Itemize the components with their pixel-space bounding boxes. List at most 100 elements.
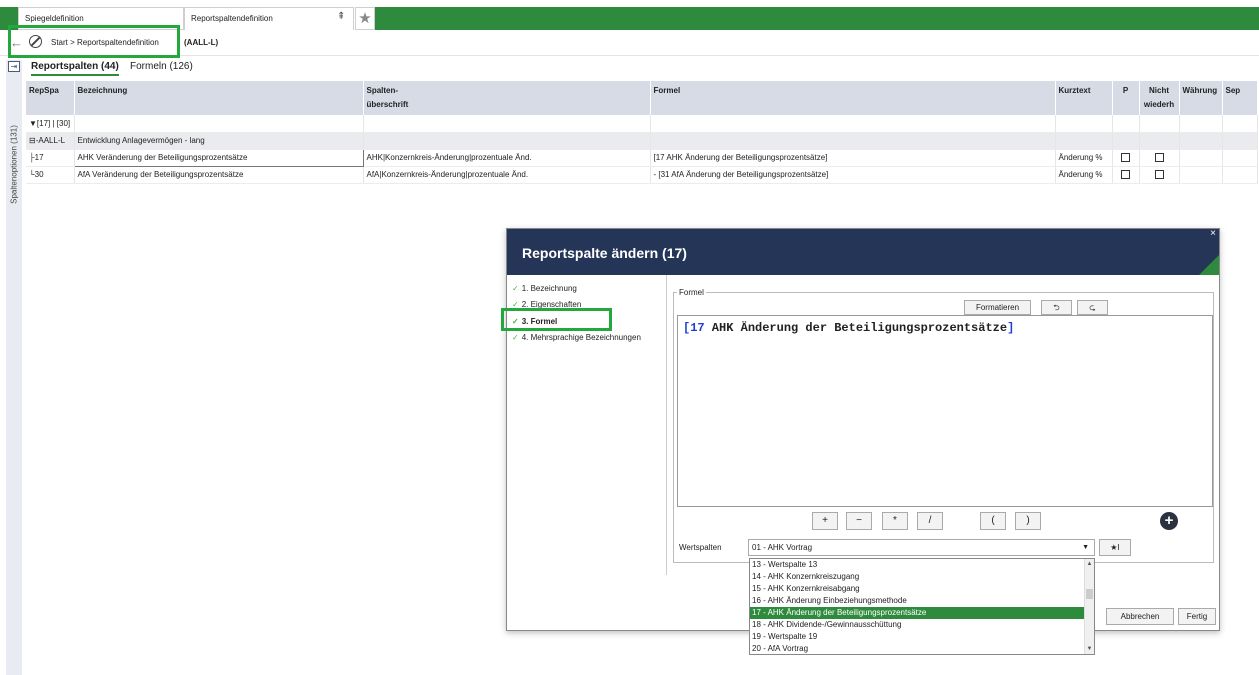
- col-bezeichnung[interactable]: Bezeichnung: [74, 81, 364, 115]
- step-label: 4. Mehrsprachige Bezeichnungen: [521, 333, 641, 342]
- dropdown-item[interactable]: 13 - Wertspalte 13: [750, 559, 1084, 571]
- cell-bezeichnung[interactable]: AfA Veränderung der Beteiligungsprozents…: [74, 166, 364, 184]
- step-label: 1. Bezeichnung: [521, 284, 577, 293]
- dropdown-item[interactable]: 15 - AHK Konzernkreisabgang: [750, 583, 1084, 595]
- dropdown-item[interactable]: 19 - Wertspalte 19: [750, 631, 1084, 643]
- filter-icon: ▼: [29, 118, 37, 128]
- cell-kurztext[interactable]: Änderung %: [1055, 166, 1113, 184]
- formula-text: AHK Änderung der Beteiligungsprozentsätz…: [704, 321, 1008, 335]
- step-mehrsprachige-bezeichnungen[interactable]: ✓ 4. Mehrsprachige Bezeichnungen: [512, 333, 641, 342]
- cell-waehrung[interactable]: [1179, 166, 1223, 184]
- p-checkbox[interactable]: [1121, 170, 1130, 180]
- p-checkbox[interactable]: [1121, 153, 1130, 163]
- dropdown-scrollbar[interactable]: ▲ ▼: [1084, 559, 1094, 654]
- scroll-thumb[interactable]: [1086, 589, 1093, 599]
- formula-editor[interactable]: [17 AHK Änderung der Beteiligungsprozent…: [677, 315, 1213, 507]
- group-id[interactable]: ⊟-AALL-L: [26, 132, 75, 150]
- redo-button[interactable]: ⮎: [1077, 300, 1108, 315]
- wertspalten-select[interactable]: 01 - AHK Vortrag ▼: [748, 539, 1095, 556]
- col-nicht-line2: wiederh: [1143, 100, 1175, 109]
- dropdown-item[interactable]: 20 - AfA Vortrag: [750, 643, 1084, 655]
- filter-row: ▼[17] | [30]: [26, 115, 1258, 133]
- col-nicht-wiederh[interactable]: Nicht wiederh: [1139, 81, 1180, 115]
- group-row[interactable]: ⊟-AALL-L Entwicklung Anlagevermögen - la…: [26, 132, 1258, 150]
- back-arrow-icon[interactable]: ←: [10, 35, 23, 50]
- cell-nicht: [1139, 149, 1180, 167]
- close-paren-button[interactable]: ): [1015, 512, 1041, 530]
- chevron-down-icon: ▼: [1082, 544, 1089, 551]
- formula-legend: Formel: [677, 288, 706, 297]
- cell-sep[interactable]: [1222, 166, 1258, 184]
- tab-reportspaltendefinition[interactable]: Reportspaltendefinition: [184, 7, 354, 30]
- minus-operator-button[interactable]: −: [846, 512, 872, 530]
- col-spalten-line2: überschrift: [366, 100, 409, 109]
- table-row[interactable]: └30 AfA Veränderung der Beteiligungsproz…: [26, 166, 1258, 184]
- cell-formel[interactable]: - [31 AfA Änderung der Beteiligungsproze…: [650, 166, 1056, 184]
- step-bezeichnung[interactable]: ✓ 1. Bezeichnung: [512, 284, 577, 293]
- multiply-operator-button[interactable]: *: [882, 512, 908, 530]
- cell-repspa: └30: [26, 166, 75, 184]
- insert-column-button[interactable]: ★I: [1099, 539, 1131, 556]
- undo-button[interactable]: ⮌: [1041, 300, 1072, 315]
- divide-operator-button[interactable]: /: [917, 512, 943, 530]
- check-icon: ✓: [512, 333, 519, 342]
- filter-cell[interactable]: ▼[17] | [30]: [26, 115, 75, 133]
- col-sep[interactable]: Sep: [1222, 81, 1258, 115]
- col-p[interactable]: P: [1112, 81, 1140, 115]
- col-spalten-line1: Spalten-: [366, 86, 399, 95]
- col-repspa[interactable]: RepSpa: [26, 81, 75, 115]
- formula-close-bracket: ]: [1007, 321, 1015, 335]
- favorite-button[interactable]: ★: [355, 7, 375, 30]
- cell-ueberschrift[interactable]: AfA|Konzernkreis-Änderung|prozentuale Än…: [363, 166, 651, 184]
- open-paren-button[interactable]: (: [980, 512, 1006, 530]
- finish-button[interactable]: Fertig: [1178, 608, 1216, 625]
- scroll-down-icon[interactable]: ▼: [1086, 645, 1093, 653]
- pin-icon[interactable]: ⇞: [337, 11, 345, 22]
- filter-cell[interactable]: [1222, 115, 1258, 133]
- table-row[interactable]: ├17 AHK Veränderung der Beteiligungsproz…: [26, 148, 1258, 167]
- scroll-up-icon[interactable]: ▲: [1086, 560, 1093, 568]
- cell-sep[interactable]: [1222, 149, 1258, 167]
- nicht-wiederh-checkbox[interactable]: [1154, 153, 1164, 163]
- tab-bar-strip: [375, 7, 1259, 30]
- filter-cell[interactable]: [363, 115, 651, 133]
- add-circle-icon[interactable]: +: [1160, 512, 1178, 530]
- wertspalten-value: 01 - AHK Vortrag: [752, 543, 813, 552]
- col-waehrung[interactable]: Währung: [1179, 81, 1223, 115]
- close-icon[interactable]: ×: [1210, 229, 1216, 239]
- expand-panel-icon[interactable]: ⇥: [8, 61, 20, 72]
- table-header: RepSpa Bezeichnung Spalten-überschrift F…: [26, 81, 1258, 115]
- dropdown-item[interactable]: 14 - AHK Konzernkreiszugang: [750, 571, 1084, 583]
- col-spaltenueberschrift[interactable]: Spalten-überschrift: [363, 81, 651, 115]
- format-button[interactable]: Formatieren: [964, 300, 1031, 315]
- dropdown-item[interactable]: 16 - AHK Änderung Einbeziehungsmethode: [750, 595, 1084, 607]
- header-corner-accent: [1199, 255, 1219, 275]
- dropdown-item-selected[interactable]: 17 - AHK Änderung der Beteiligungsprozen…: [750, 607, 1084, 619]
- report-columns-table: RepSpa Bezeichnung Spalten-überschrift F…: [26, 81, 1258, 184]
- plus-operator-button[interactable]: +: [812, 512, 838, 530]
- filter-cell[interactable]: [1139, 115, 1180, 133]
- cell-bezeichnung[interactable]: AHK Veränderung der Beteiligungsprozents…: [73, 148, 364, 167]
- check-icon: ✓: [512, 284, 519, 293]
- breadcrumb[interactable]: Start > Reportspaltendefinition: [51, 38, 159, 47]
- star-icon: ★: [358, 10, 372, 27]
- filter-cell[interactable]: [74, 115, 364, 133]
- col-formel[interactable]: Formel: [650, 81, 1056, 115]
- filter-cell[interactable]: [1055, 115, 1113, 133]
- nicht-wiederh-checkbox[interactable]: [1154, 170, 1164, 180]
- tab-formeln[interactable]: Formeln (126): [130, 61, 193, 72]
- filter-cell[interactable]: [1112, 115, 1140, 133]
- col-kurztext[interactable]: Kurztext: [1055, 81, 1113, 115]
- dropdown-item[interactable]: 18 - AHK Dividende-/Gewinnausschüttung: [750, 619, 1084, 631]
- tab-reportspalten[interactable]: Reportspalten (44): [31, 61, 119, 76]
- cell-formel[interactable]: [17 AHK Änderung der Beteiligungsprozent…: [650, 149, 1056, 167]
- cell-kurztext[interactable]: Änderung %: [1055, 149, 1113, 167]
- cancel-button[interactable]: Abbrechen: [1106, 608, 1174, 625]
- filter-cell[interactable]: [1179, 115, 1223, 133]
- cancel-icon[interactable]: [29, 35, 42, 48]
- filter-cell[interactable]: [650, 115, 1056, 133]
- cell-waehrung[interactable]: [1179, 149, 1223, 167]
- cell: [363, 132, 651, 150]
- column-options-label[interactable]: Spaltenoptionen (131): [10, 125, 19, 204]
- cell-ueberschrift[interactable]: AHK|Konzernkreis-Änderung|prozentuale Än…: [363, 149, 651, 167]
